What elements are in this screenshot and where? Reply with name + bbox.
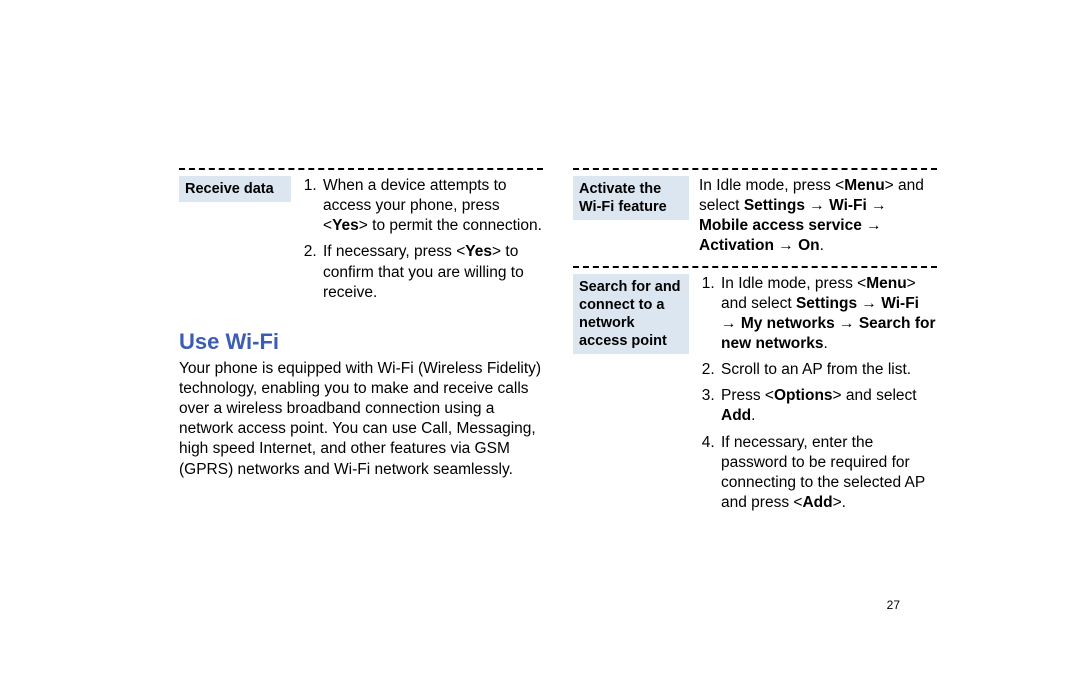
divider xyxy=(573,168,937,170)
receive-step-1: When a device attempts to access your ph… xyxy=(321,176,543,236)
search-content: In Idle mode, press <Menu> and select Se… xyxy=(699,274,937,514)
search-label: Search for and connect to a network acce… xyxy=(573,274,689,355)
search-step-4: If necessary, enter the password to be r… xyxy=(719,433,937,514)
left-column: Receive data When a device attempts to a… xyxy=(179,165,543,580)
search-step-3: Press <Options> and select Add. xyxy=(719,386,937,426)
divider xyxy=(179,168,543,170)
receive-data-row: Receive data When a device attempts to a… xyxy=(179,176,543,303)
receive-data-label: Receive data xyxy=(179,176,291,202)
section-heading: Use Wi-Fi xyxy=(179,329,543,355)
activate-label: Activate the Wi-Fi feature xyxy=(573,176,689,220)
right-column: Activate the Wi-Fi feature In Idle mode,… xyxy=(573,165,937,580)
search-step-1: In Idle mode, press <Menu> and select Se… xyxy=(719,274,937,355)
activate-row: Activate the Wi-Fi feature In Idle mode,… xyxy=(573,176,937,257)
search-step-2: Scroll to an AP from the list. xyxy=(719,360,937,380)
divider xyxy=(573,266,937,268)
activate-content: In Idle mode, press <Menu> and select Se… xyxy=(699,176,937,257)
manual-page: Receive data When a device attempts to a… xyxy=(179,165,937,580)
page-number: 27 xyxy=(887,598,900,612)
receive-data-content: When a device attempts to access your ph… xyxy=(301,176,543,303)
search-row: Search for and connect to a network acce… xyxy=(573,274,937,514)
wifi-intro-text: Your phone is equipped with Wi-Fi (Wirel… xyxy=(179,359,543,480)
receive-step-2: If necessary, press <Yes> to confirm tha… xyxy=(321,242,543,302)
